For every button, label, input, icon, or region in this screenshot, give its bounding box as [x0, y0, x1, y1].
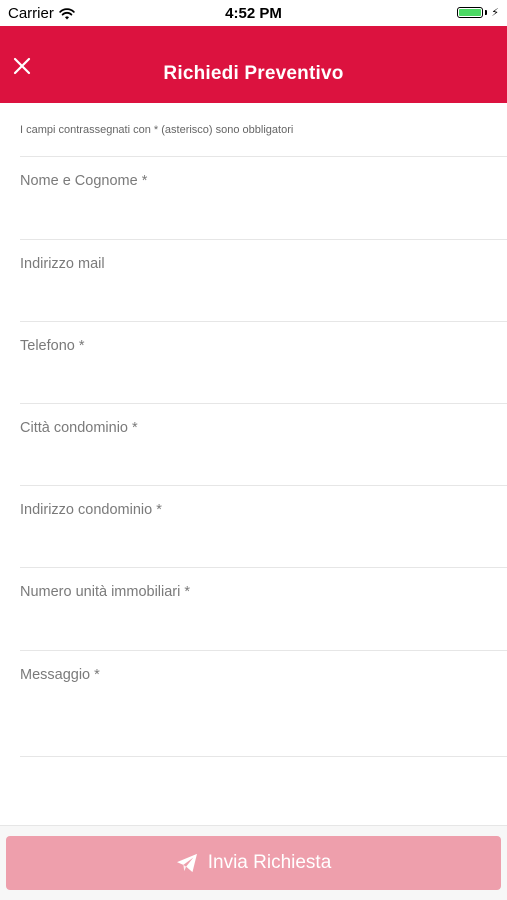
- submit-button[interactable]: Invia Richiesta: [6, 836, 501, 890]
- nome-cognome-input[interactable]: [20, 193, 487, 231]
- field-telefono: Telefono *: [0, 322, 507, 403]
- status-bar: Carrier 4:52 PM ⚡: [0, 0, 507, 26]
- screen: Carrier 4:52 PM ⚡ Richiedi Preventivo I …: [0, 0, 507, 900]
- numero-unita-input[interactable]: [20, 604, 487, 642]
- battery-icon: ⚡: [457, 6, 499, 19]
- email-input[interactable]: [20, 276, 487, 314]
- nav-bar: Richiedi Preventivo: [0, 26, 507, 103]
- field-label: Indirizzo condominio *: [20, 502, 162, 518]
- messaggio-textarea[interactable]: [20, 687, 487, 749]
- field-label: Città condominio *: [20, 420, 138, 436]
- field-numero-unita: Numero unità immobiliari *: [0, 568, 507, 650]
- divider: [20, 756, 507, 757]
- footer: Invia Richiesta: [0, 825, 507, 900]
- field-label: Telefono *: [20, 338, 85, 354]
- submit-button-label: Invia Richiesta: [207, 852, 332, 873]
- indirizzo-condominio-input[interactable]: [20, 522, 487, 560]
- page-title: Richiedi Preventivo: [163, 63, 344, 84]
- field-label: Indirizzo mail: [20, 256, 105, 272]
- paper-plane-icon: [176, 853, 197, 873]
- battery-tip: [485, 10, 488, 15]
- charging-bolt-icon: ⚡: [491, 7, 499, 19]
- battery-fill: [459, 9, 482, 16]
- battery-body: [457, 7, 484, 18]
- field-label: Messaggio *: [20, 667, 100, 683]
- field-nome-cognome: Nome e Cognome *: [0, 157, 507, 239]
- field-label: Nome e Cognome *: [20, 173, 148, 189]
- field-indirizzo-condominio: Indirizzo condominio *: [0, 486, 507, 567]
- field-citta-condominio: Città condominio *: [0, 404, 507, 485]
- citta-condominio-input[interactable]: [20, 440, 487, 478]
- field-messaggio: Messaggio *: [0, 651, 507, 756]
- required-fields-hint: I campi contrassegnati con * (asterisco)…: [20, 124, 294, 136]
- field-email: Indirizzo mail: [0, 240, 507, 321]
- clock: 4:52 PM: [225, 5, 282, 22]
- field-label: Numero unità immobiliari *: [20, 584, 191, 600]
- telefono-input[interactable]: [20, 358, 487, 396]
